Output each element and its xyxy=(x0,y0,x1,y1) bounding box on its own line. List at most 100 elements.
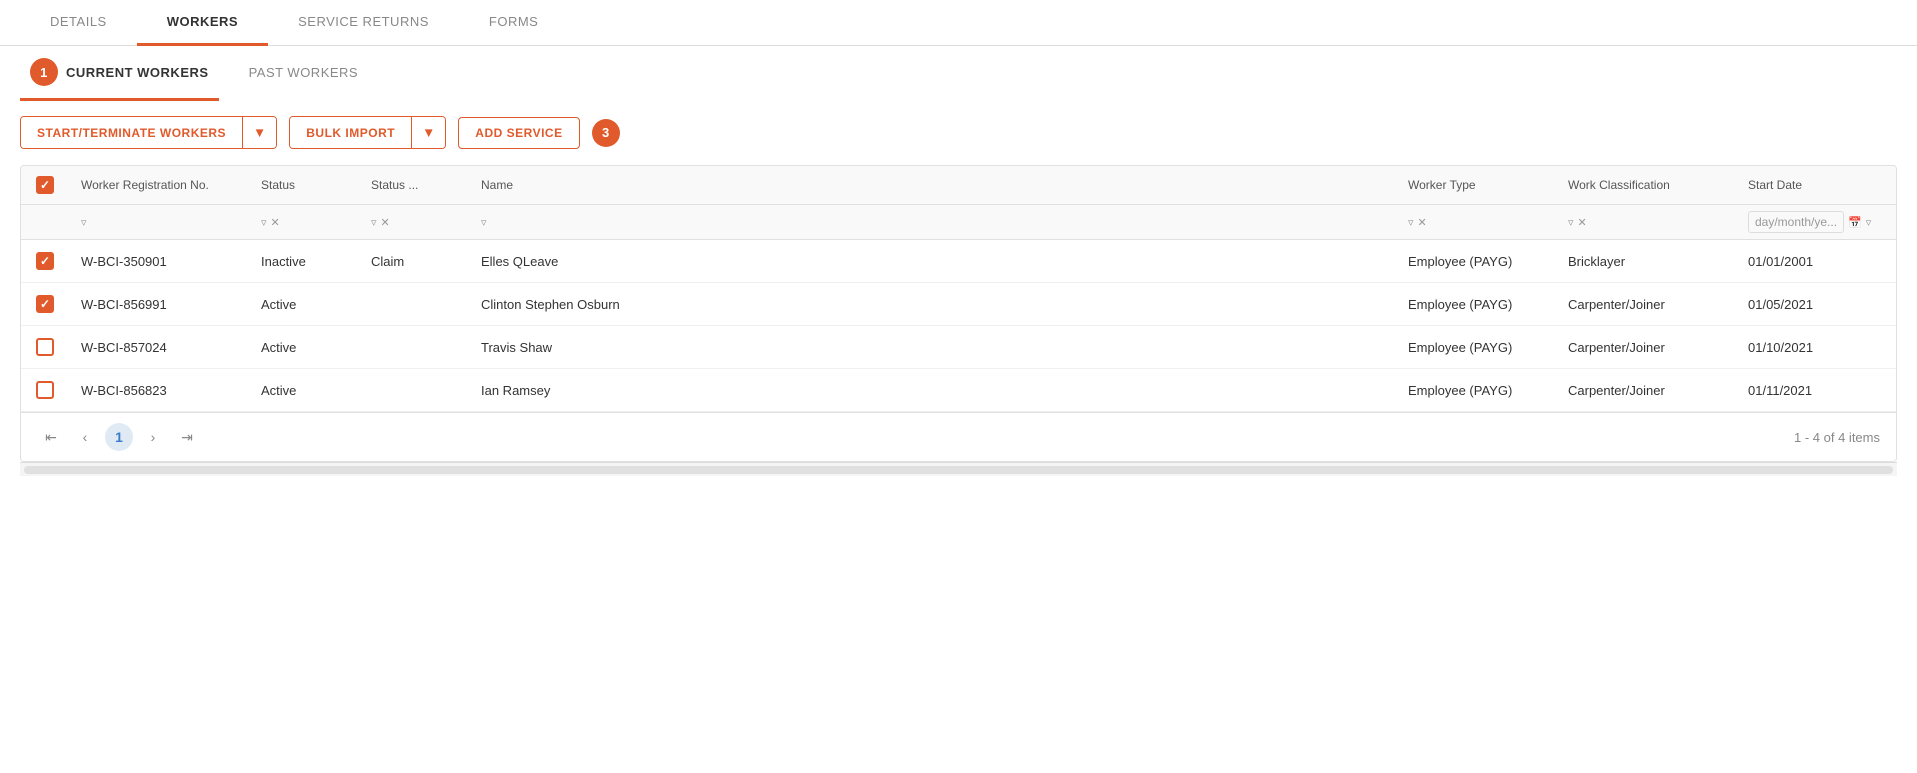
clear-filter-icon-wclass[interactable]: ✕ xyxy=(1578,216,1587,229)
tab-past-workers[interactable]: PAST WORKERS xyxy=(239,46,369,101)
table-header-row: ✓ Worker Registration No. Status Status … xyxy=(21,166,1896,205)
filter-status2[interactable]: ▿ ✕ xyxy=(359,205,469,240)
name-cell: Ian Ramsey xyxy=(469,369,1396,412)
tab-workers[interactable]: WORKERS xyxy=(137,0,268,46)
row-checkbox-cell[interactable]: ✓ xyxy=(21,240,69,283)
chevron-down-icon: ▼ xyxy=(253,125,266,140)
bulk-import-button[interactable]: BULK IMPORT xyxy=(290,117,411,148)
header-checkbox-col[interactable]: ✓ xyxy=(21,166,69,205)
header-name: Name xyxy=(469,166,1396,205)
table-row[interactable]: ✓W-BCI-856991ActiveClinton Stephen Osbur… xyxy=(21,283,1896,326)
clear-filter-icon-status2[interactable]: ✕ xyxy=(381,216,390,229)
sub-tab-bar: 1 CURRENT WORKERS PAST WORKERS xyxy=(0,46,1917,100)
name-cell: Clinton Stephen Osburn xyxy=(469,283,1396,326)
next-page-button[interactable]: › xyxy=(139,423,167,451)
row-checkbox-cell[interactable]: ✓ xyxy=(21,283,69,326)
reg-no-cell: W-BCI-856823 xyxy=(69,369,249,412)
status-cell: Active xyxy=(249,326,359,369)
date-filter-display[interactable]: day/month/ye... xyxy=(1748,211,1844,233)
name-cell: Travis Shaw xyxy=(469,326,1396,369)
chevron-down-icon-2: ▼ xyxy=(422,125,435,140)
filter-icon-name[interactable]: ▿ xyxy=(481,216,487,229)
start-date-cell: 01/11/2021 xyxy=(1736,369,1896,412)
action-row: START/TERMINATE WORKERS ▼ BULK IMPORT ▼ … xyxy=(20,116,1897,149)
horizontal-scrollbar[interactable] xyxy=(20,462,1897,476)
content-area: START/TERMINATE WORKERS ▼ BULK IMPORT ▼ … xyxy=(0,100,1917,492)
row-checkbox[interactable] xyxy=(36,338,54,356)
clear-filter-icon-wtype[interactable]: ✕ xyxy=(1418,216,1427,229)
header-work-class: Work Classification xyxy=(1556,166,1736,205)
row-checkbox[interactable]: ✓ xyxy=(36,252,54,270)
row-checkbox[interactable] xyxy=(36,381,54,399)
reg-no-cell: W-BCI-350901 xyxy=(69,240,249,283)
reg-no-cell: W-BCI-857024 xyxy=(69,326,249,369)
status-cell: Active xyxy=(249,369,359,412)
filter-icon-date[interactable]: ▿ xyxy=(1866,216,1872,229)
scrollbar-track[interactable] xyxy=(24,466,1893,474)
check-icon: ✓ xyxy=(40,178,50,192)
tab-service-returns[interactable]: SERVICE RETURNS xyxy=(268,0,459,46)
tab-current-workers[interactable]: 1 CURRENT WORKERS xyxy=(20,46,219,101)
select-all-checkbox[interactable]: ✓ xyxy=(36,176,54,194)
filter-status[interactable]: ▿ ✕ xyxy=(249,205,359,240)
page-1-button[interactable]: 1 xyxy=(105,423,133,451)
row-checkbox[interactable]: ✓ xyxy=(36,295,54,313)
header-reg-no: Worker Registration No. xyxy=(69,166,249,205)
filter-icon-wclass[interactable]: ▿ xyxy=(1568,216,1574,229)
worker-type-cell: Employee (PAYG) xyxy=(1396,240,1556,283)
status-cell: Inactive xyxy=(249,240,359,283)
filter-name[interactable]: ▿ xyxy=(469,205,1396,240)
filter-icon-reg[interactable]: ▿ xyxy=(81,216,87,229)
name-cell: Elles QLeave xyxy=(469,240,1396,283)
table-filter-row: ▿ ▿ ✕ ▿ ✕ xyxy=(21,205,1896,240)
tab-details[interactable]: DETAILS xyxy=(20,0,137,46)
status2-cell: Claim xyxy=(359,240,469,283)
filter-start-date[interactable]: day/month/ye... 📅 ▿ xyxy=(1736,205,1896,240)
row-checkbox-cell[interactable] xyxy=(21,369,69,412)
bulk-import-dropdown[interactable]: ▼ xyxy=(412,117,445,148)
filter-icon-wtype[interactable]: ▿ xyxy=(1408,216,1414,229)
header-worker-type: Worker Type xyxy=(1396,166,1556,205)
start-terminate-button[interactable]: START/TERMINATE WORKERS xyxy=(21,117,242,148)
pagination-info: 1 - 4 of 4 items xyxy=(1794,430,1880,445)
start-date-cell: 01/01/2001 xyxy=(1736,240,1896,283)
worker-type-cell: Employee (PAYG) xyxy=(1396,326,1556,369)
check-icon: ✓ xyxy=(40,297,50,311)
first-page-button[interactable]: ⇤ xyxy=(37,423,65,451)
header-start-date: Start Date xyxy=(1736,166,1896,205)
status2-cell xyxy=(359,283,469,326)
filter-worker-type[interactable]: ▿ ✕ xyxy=(1396,205,1556,240)
calendar-icon[interactable]: 📅 xyxy=(1848,216,1862,229)
add-service-button[interactable]: ADD SERVICE xyxy=(458,117,579,149)
start-date-cell: 01/05/2021 xyxy=(1736,283,1896,326)
filter-checkbox-col xyxy=(21,205,69,240)
header-status: Status xyxy=(249,166,359,205)
worker-type-cell: Employee (PAYG) xyxy=(1396,283,1556,326)
work-class-cell: Carpenter/Joiner xyxy=(1556,326,1736,369)
clear-filter-icon-status[interactable]: ✕ xyxy=(271,216,280,229)
filter-icon-status2[interactable]: ▿ xyxy=(371,216,377,229)
last-page-button[interactable]: ⇥ xyxy=(173,423,201,451)
filter-icon-status[interactable]: ▿ xyxy=(261,216,267,229)
current-workers-badge: 1 xyxy=(30,58,58,86)
table-row[interactable]: W-BCI-857024Active Travis ShawEmployee (P… xyxy=(21,326,1896,369)
tab-forms[interactable]: FORMS xyxy=(459,0,568,46)
workers-table: ✓ Worker Registration No. Status Status … xyxy=(20,165,1897,462)
start-terminate-dropdown[interactable]: ▼ xyxy=(243,117,276,148)
past-workers-label: PAST WORKERS xyxy=(249,65,359,80)
row-checkbox-cell[interactable] xyxy=(21,326,69,369)
prev-page-button[interactable]: ‹ xyxy=(71,423,99,451)
table-row[interactable]: W-BCI-856823ActiveIan RamseyEmployee (PA… xyxy=(21,369,1896,412)
pagination-controls: ⇤ ‹ 1 › ⇥ xyxy=(37,423,201,451)
header-status2: Status ... xyxy=(359,166,469,205)
work-class-cell: Carpenter/Joiner xyxy=(1556,369,1736,412)
pagination-row: ⇤ ‹ 1 › ⇥ 1 - 4 of 4 items xyxy=(21,412,1896,461)
current-workers-label: CURRENT WORKERS xyxy=(66,65,209,80)
start-terminate-button-group: START/TERMINATE WORKERS ▼ xyxy=(20,116,277,149)
start-date-cell: 01/10/2021 xyxy=(1736,326,1896,369)
table-row[interactable]: ✓ W-BCI-350901InactiveClaimElles QLeaveEm… xyxy=(21,240,1896,283)
reg-no-cell: W-BCI-856991 xyxy=(69,283,249,326)
filter-reg-no[interactable]: ▿ xyxy=(69,205,249,240)
action-badge-3: 3 xyxy=(592,119,620,147)
filter-work-class[interactable]: ▿ ✕ xyxy=(1556,205,1736,240)
